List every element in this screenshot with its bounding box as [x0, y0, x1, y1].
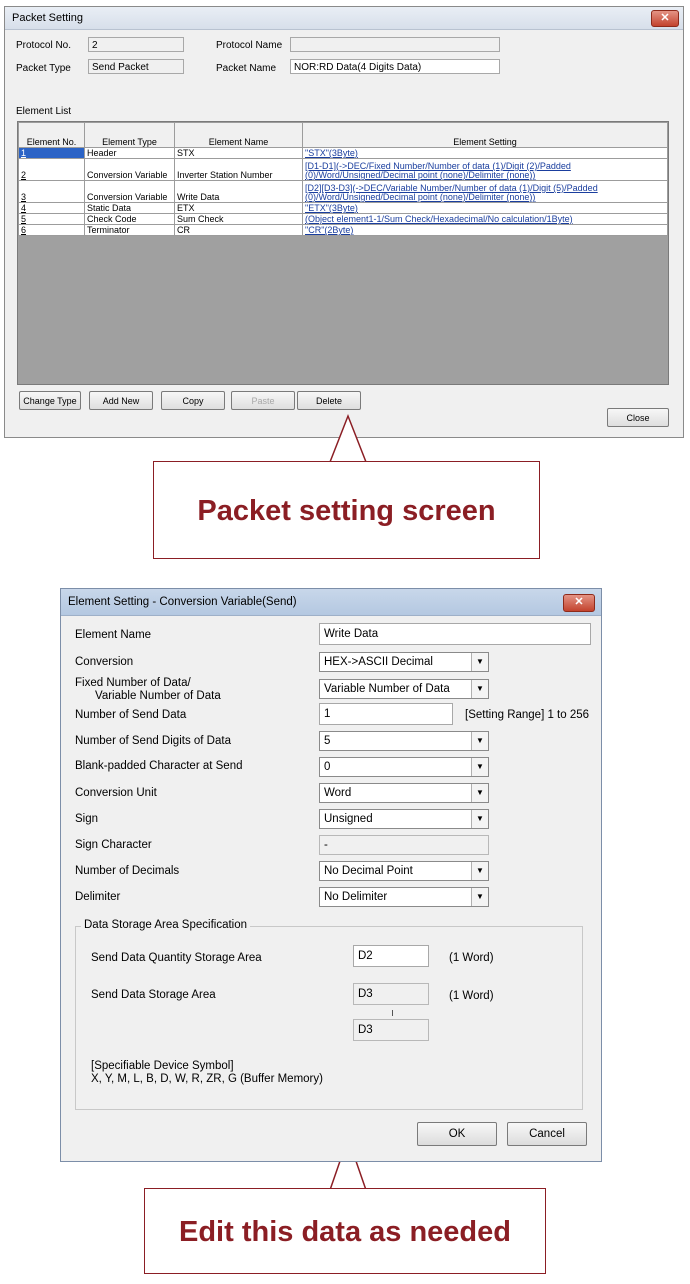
close-icon[interactable]: ✕ — [563, 594, 595, 612]
cancel-button[interactable]: Cancel — [507, 1122, 587, 1146]
send-digits-label: Number of Send Digits of Data — [75, 735, 231, 747]
fixed-variable-select[interactable]: Variable Number of Data ▼ — [319, 679, 489, 699]
blank-padded-select[interactable]: 0 ▼ — [319, 757, 489, 777]
qty-area-label: Send Data Quantity Storage Area — [91, 952, 262, 964]
fixed-variable-label: Fixed Number of Data/ — [75, 677, 191, 689]
range-separator — [392, 1010, 393, 1016]
chevron-down-icon[interactable]: ▼ — [471, 680, 488, 698]
blank-padded-label: Blank-padded Character at Send — [75, 760, 243, 772]
element-name-label: Element Name — [75, 629, 152, 641]
chevron-down-icon[interactable]: ▼ — [471, 653, 488, 671]
send-data-count-input[interactable]: 1 — [319, 703, 453, 725]
data-area-from-field: D3 — [353, 983, 429, 1005]
data-area-label: Send Data Storage Area — [91, 989, 216, 1001]
top-callout-pointer — [328, 413, 368, 463]
data-unit-text: (1 Word) — [449, 990, 494, 1002]
blank-padded-value: 0 — [324, 761, 331, 773]
sign-value: Unsigned — [324, 813, 373, 825]
data-area-to-field: D3 — [353, 1019, 429, 1041]
fixed-variable-value: Variable Number of Data — [324, 683, 450, 695]
decimals-select[interactable]: No Decimal Point ▼ — [319, 861, 489, 881]
decimals-label: Number of Decimals — [75, 865, 180, 877]
ok-button[interactable]: OK — [417, 1122, 497, 1146]
conversion-unit-value: Word — [324, 787, 352, 799]
conversion-label: Conversion — [75, 656, 134, 668]
delimiter-value: No Delimiter — [324, 891, 388, 903]
send-digits-select[interactable]: 5 ▼ — [319, 731, 489, 751]
chevron-down-icon[interactable]: ▼ — [471, 732, 488, 750]
edit-data-callout: Edit this data as needed — [144, 1188, 546, 1274]
chevron-down-icon[interactable]: ▼ — [471, 862, 488, 880]
device-list-text: X, Y, M, L, B, D, W, R, ZR, G (Buffer Me… — [91, 1073, 323, 1085]
fixed-variable-label-2: Variable Number of Data — [95, 690, 221, 702]
sign-character-field: - — [319, 835, 489, 855]
sign-character-label: Sign Character — [75, 839, 152, 851]
qty-area-input[interactable]: D2 — [353, 945, 429, 967]
conversion-value: HEX->ASCII Decimal — [324, 656, 433, 668]
title-bar: Element Setting - Conversion Variable(Se… — [61, 589, 601, 616]
sign-select[interactable]: Unsigned ▼ — [319, 809, 489, 829]
conversion-unit-label: Conversion Unit — [75, 787, 157, 799]
conversion-select[interactable]: HEX->ASCII Decimal ▼ — [319, 652, 489, 672]
element-name-input[interactable]: Write Data — [319, 623, 591, 645]
send-data-count-label: Number of Send Data — [75, 709, 187, 721]
setting-range-text: [Setting Range] 1 to 256 — [465, 709, 590, 721]
chevron-down-icon[interactable]: ▼ — [471, 758, 488, 776]
conversion-unit-select[interactable]: Word ▼ — [319, 783, 489, 803]
decimals-value: No Decimal Point — [324, 865, 413, 877]
sign-label: Sign — [75, 813, 99, 825]
qty-unit-text: (1 Word) — [449, 952, 494, 964]
element-setting-window: Element Setting - Conversion Variable(Se… — [60, 588, 602, 1162]
chevron-down-icon[interactable]: ▼ — [471, 810, 488, 828]
packet-setting-callout: Packet setting screen — [153, 461, 540, 559]
delimiter-select[interactable]: No Delimiter ▼ — [319, 887, 489, 907]
device-header-text: [Specifiable Device Symbol] — [91, 1060, 234, 1072]
group-title: Data Storage Area Specification — [81, 919, 251, 931]
window-title: Element Setting - Conversion Variable(Se… — [68, 596, 297, 608]
chevron-down-icon[interactable]: ▼ — [471, 888, 488, 906]
delimiter-label: Delimiter — [75, 891, 121, 903]
send-digits-value: 5 — [324, 735, 331, 747]
chevron-down-icon[interactable]: ▼ — [471, 784, 488, 802]
